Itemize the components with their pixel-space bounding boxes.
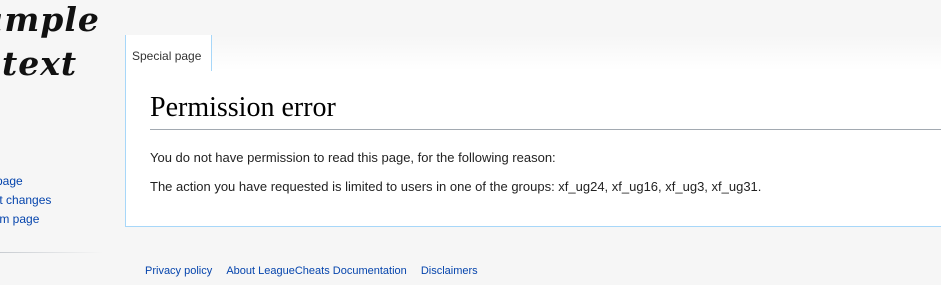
tab-special-page-label: Special page — [132, 49, 202, 63]
sidebar-item-main-page[interactable]: n page — [0, 174, 23, 188]
page-title: Permission error — [150, 92, 336, 123]
title-divider — [150, 129, 941, 130]
permission-message: You do not have permission to read this … — [150, 150, 556, 165]
footer: Privacy policy About LeagueCheats Docume… — [145, 259, 487, 278]
tab-special-page[interactable]: Special page — [125, 35, 212, 71]
content-area: Permission error You do not have permiss… — [125, 71, 941, 227]
permission-reason: The action you have requested is limited… — [150, 179, 762, 194]
footer-link-about[interactable]: About LeagueCheats Documentation — [226, 265, 406, 277]
sidebar-divider — [0, 252, 103, 253]
sidebar-item-random-page[interactable]: dom page — [0, 212, 39, 226]
sidebar-next-section-heading — [0, 279, 26, 285]
footer-link-disclaimers[interactable]: Disclaimers — [421, 265, 478, 277]
sidebar-item-recent-changes[interactable]: ent changes — [0, 193, 51, 207]
logo-text-line-2: text — [2, 44, 78, 83]
site-logo[interactable]: ample text — [0, 0, 120, 90]
tab-bar: Special page — [125, 35, 941, 71]
logo-text-line-1: ample — [0, 0, 100, 39]
footer-link-privacy-policy[interactable]: Privacy policy — [145, 265, 212, 277]
